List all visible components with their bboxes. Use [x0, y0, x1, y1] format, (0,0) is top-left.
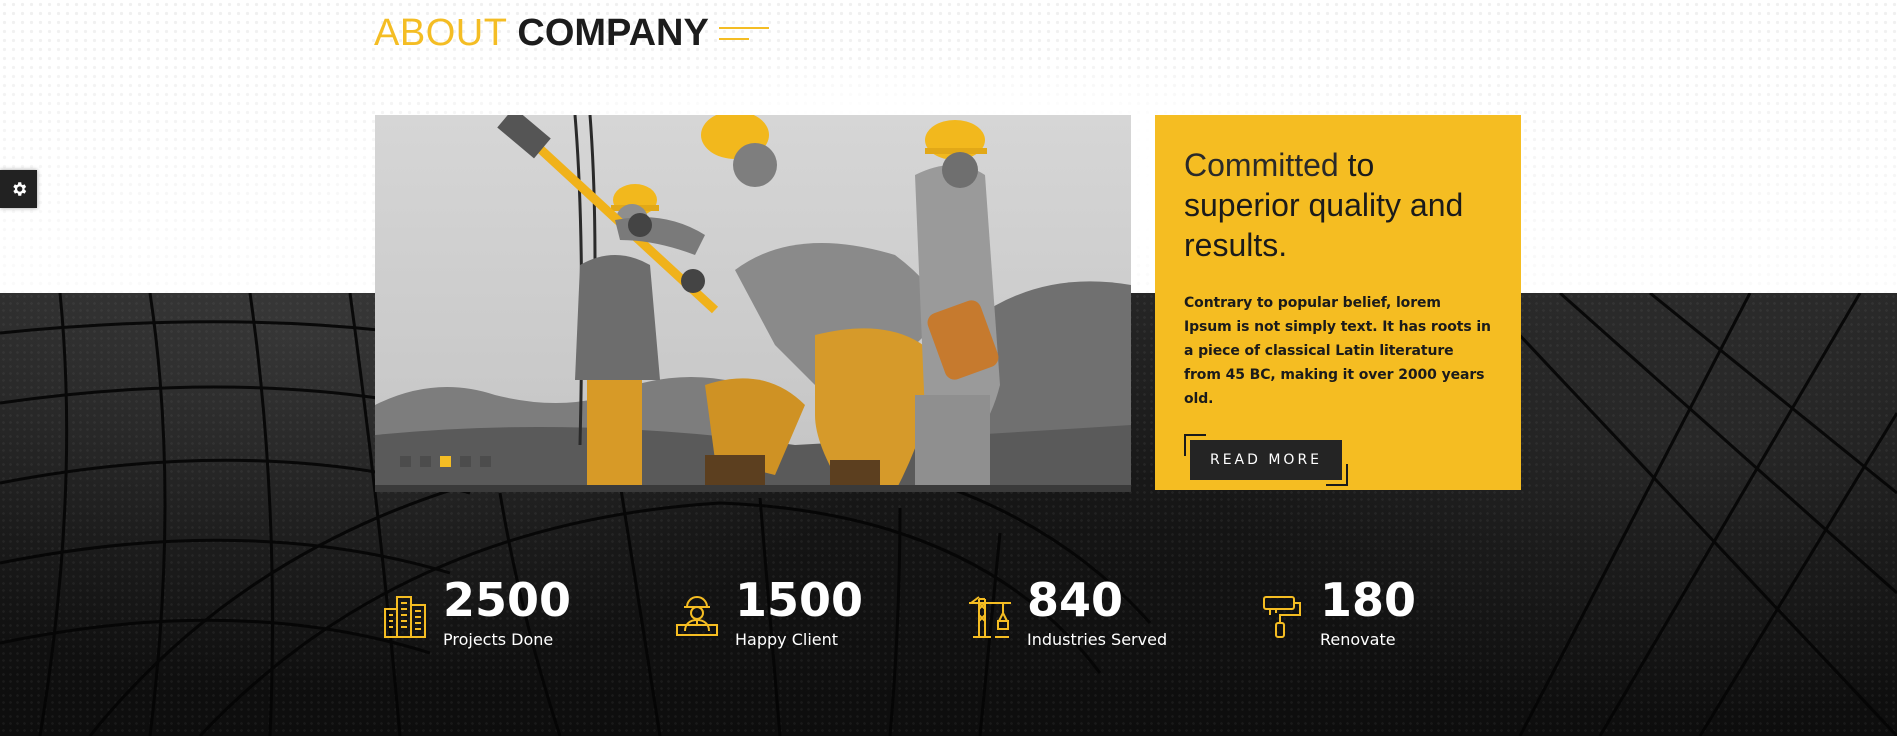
stat-industries-served: 840 Industries Served [965, 573, 1167, 653]
stat-label: Renovate [1320, 630, 1396, 649]
slider-dot-2[interactable] [420, 456, 431, 467]
slider-dot-3-active[interactable] [440, 456, 451, 467]
stat-number: 840 [1027, 573, 1124, 627]
slider-dot-4[interactable] [460, 456, 471, 467]
section-title: ABOUT COMPANY [374, 12, 769, 54]
read-more-button[interactable]: READ MORE [1190, 440, 1342, 480]
section-title-bold: COMPANY [517, 12, 709, 54]
image-slider[interactable] [375, 115, 1131, 492]
slider-dot-5[interactable] [480, 456, 491, 467]
card-body-text: Contrary to popular belief, lorem Ipsum … [1184, 295, 1491, 407]
stat-number: 2500 [443, 573, 572, 627]
about-card: Committed to superior quality and result… [1155, 115, 1521, 490]
stat-number: 180 [1320, 573, 1417, 627]
stat-renovate: 180 Renovate [1258, 573, 1416, 653]
paint-roller-icon [1263, 596, 1301, 638]
slider-pagination [400, 456, 491, 467]
card-heading: Committed to superior quality and result… [1184, 145, 1492, 265]
stat-projects-done: 2500 Projects Done [381, 573, 571, 653]
read-more-wrapper: READ MORE [1184, 434, 1348, 486]
stat-label: Industries Served [1027, 630, 1168, 649]
gear-icon [12, 182, 26, 196]
settings-toggle-button[interactable] [0, 170, 37, 208]
construction-workers-image [375, 115, 1131, 492]
slider-dot-1[interactable] [400, 456, 411, 467]
stat-label: Projects Done [443, 630, 554, 649]
crane-icon [969, 596, 1011, 638]
card-heading-light: Committed [1184, 147, 1339, 183]
buildings-icon [384, 596, 426, 638]
title-decoration-lines [718, 26, 769, 40]
section-title-light: ABOUT [374, 12, 508, 54]
worker-icon [676, 596, 718, 636]
stat-number: 1500 [735, 573, 864, 627]
stat-label: Happy Client [735, 630, 839, 649]
stat-happy-client: 1500 Happy Client [673, 573, 863, 653]
